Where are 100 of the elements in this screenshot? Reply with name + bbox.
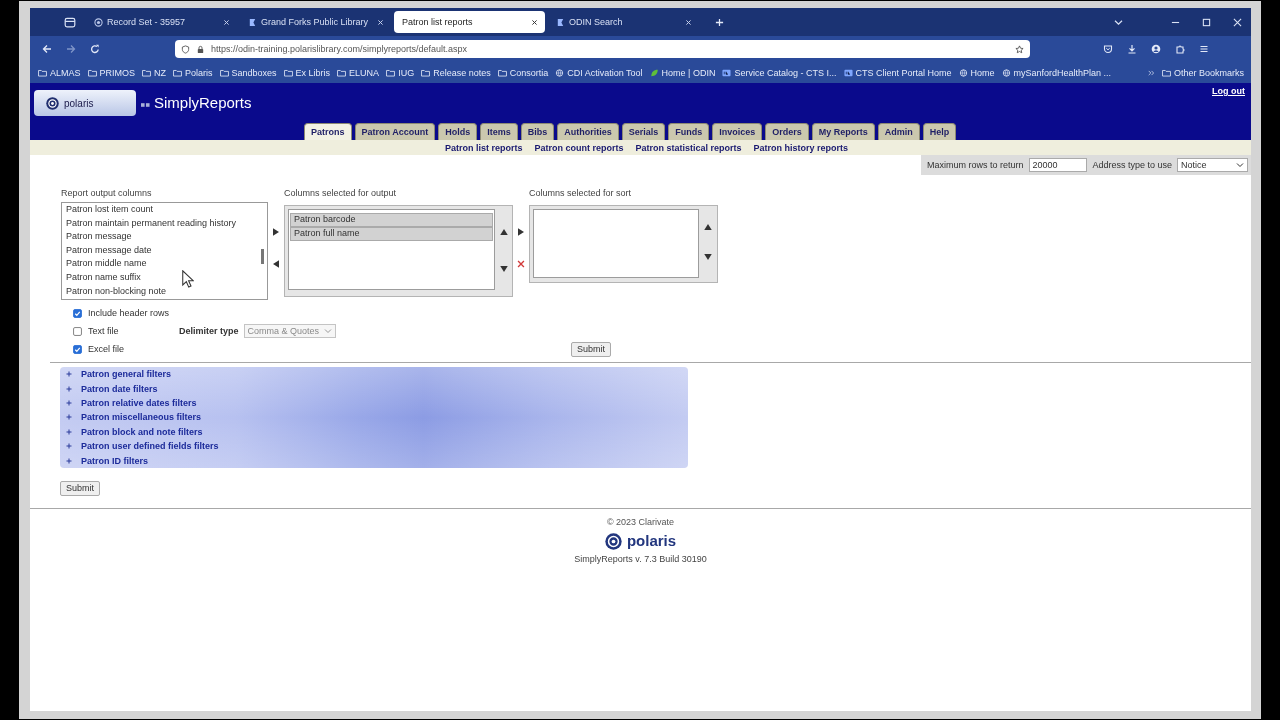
nav-tab[interactable]: Holds (438, 123, 478, 140)
x-mark-icon[interactable] (517, 260, 525, 268)
list-option[interactable]: Patron message (66, 230, 263, 244)
list-option[interactable]: Patron barcode (290, 213, 493, 227)
shield-check-icon[interactable] (1103, 44, 1113, 54)
list-option[interactable]: Patron name suffix (66, 270, 263, 285)
subnav-link[interactable]: Patron statistical reports (635, 142, 742, 153)
nav-tab[interactable]: Admin (877, 123, 920, 140)
nav-tab[interactable]: Patron Account (354, 123, 436, 140)
bookmark[interactable]: Polaris (173, 67, 213, 78)
download-icon[interactable] (1127, 44, 1137, 54)
tab-list-icon[interactable] (64, 16, 76, 28)
bookmark[interactable]: PRIMOS (87, 67, 136, 78)
column-list-label: Report output columns (61, 188, 153, 199)
nav-tab[interactable]: Patrons (304, 123, 352, 140)
checkbox[interactable] (73, 344, 82, 354)
address-bar[interactable]: https://odin-training.polarislibrary.com/simplyreports/default.aspx (175, 40, 1030, 58)
browser-tab[interactable]: Grand Forks Public Library (240, 11, 391, 33)
list-option[interactable]: Patron middle name (66, 257, 263, 271)
nav-tab[interactable]: Funds (668, 123, 710, 140)
list-option[interactable]: Patron lost item count (66, 203, 263, 217)
triangle-right-icon[interactable] (273, 228, 279, 236)
flag-favicon-icon (248, 17, 257, 27)
triangle-up-icon[interactable] (704, 224, 712, 230)
triangle-down-icon[interactable] (499, 266, 508, 272)
bookmark[interactable]: CTS Client Portal Home (843, 67, 952, 78)
max-rows-field[interactable]: 20000 (1028, 158, 1087, 172)
triangle-down-icon[interactable] (704, 254, 712, 260)
maximize-icon[interactable] (1202, 17, 1211, 27)
max-rows-label: Maximum rows to return (927, 160, 1024, 170)
double-chevron-icon[interactable] (1147, 69, 1155, 76)
filter-section-link[interactable]: Patron general filters (81, 369, 172, 380)
chevron-down-icon[interactable] (1114, 18, 1123, 26)
nav-tab[interactable]: Authorities (557, 123, 619, 140)
nav-tab[interactable]: Items (480, 123, 518, 140)
folder-icon (283, 68, 293, 77)
checkbox[interactable] (73, 308, 82, 318)
filter-section-link[interactable]: Patron date filters (81, 383, 158, 394)
output-columns-list[interactable]: Patron barcode Patron full name (288, 209, 495, 290)
filter-section-link[interactable]: Patron block and note filters (81, 426, 203, 437)
app-title: SimplyReports (154, 94, 252, 112)
filter-section-link[interactable]: Patron user defined fields filters (81, 441, 219, 452)
folder-icon (87, 68, 97, 77)
bookmark[interactable]: IUG (386, 67, 415, 78)
logo-text: polaris (626, 532, 677, 550)
lock-icon[interactable] (196, 44, 205, 54)
bookmark[interactable]: CDI Activation Tool (555, 67, 643, 78)
bookmark[interactable]: Home | ODIN (649, 67, 716, 78)
subnav-link[interactable]: Patron history reports (753, 142, 849, 153)
nav-tab[interactable]: Invoices (712, 123, 763, 140)
list-option[interactable]: Patron non-blocking note (66, 284, 263, 299)
browser-tab[interactable]: Patron list reports (394, 11, 545, 33)
bookmark[interactable]: NZ (142, 67, 167, 78)
triangle-right-icon[interactable] (518, 228, 524, 236)
close-icon[interactable] (531, 18, 538, 26)
browser-tab[interactable]: ODIN Search (548, 11, 699, 33)
filter-section-link[interactable]: Patron ID filters (81, 455, 148, 466)
bookmark[interactable]: ALMAS (38, 67, 81, 78)
logo-icon (46, 96, 59, 110)
back-arrow-icon[interactable] (42, 44, 52, 54)
list-option[interactable]: Patron message date (66, 243, 263, 258)
list-option[interactable]: Patron full name (290, 227, 493, 241)
bookmark[interactable]: Other Bookmarks (1161, 67, 1244, 78)
bookmark[interactable]: Service Catalog - CTS I... (722, 67, 837, 78)
bookmark[interactable]: mySanfordHealthPlan ... (1001, 67, 1112, 78)
account-icon[interactable] (1151, 44, 1161, 54)
subnav-link[interactable]: Patron list reports (444, 142, 523, 153)
nav-tab[interactable]: Orders (765, 123, 809, 140)
reload-icon[interactable] (90, 44, 100, 54)
triangle-left-icon[interactable] (273, 260, 279, 268)
shield-icon[interactable] (181, 44, 190, 54)
list-option[interactable]: Patron maintain permanent reading history (66, 216, 263, 231)
available-columns-list[interactable]: Patron lost item count Patron maintain permanent reading history Patron message Patron message date Patron middle name Patron name suffix Patron non-blocking note (61, 202, 268, 300)
star-icon[interactable] (1015, 44, 1024, 54)
filter-section-link[interactable]: Patron miscellaneous filters (81, 412, 202, 423)
menu-icon[interactable] (1199, 44, 1209, 54)
checkbox[interactable] (73, 326, 82, 336)
submit-button[interactable]: Submit (60, 481, 100, 496)
bookmark[interactable]: Ex Libris (283, 67, 331, 78)
subnav-link[interactable]: Patron count reports (534, 142, 624, 153)
forward-arrow-icon[interactable] (66, 44, 76, 54)
bookmark[interactable]: Sandboxes (219, 67, 277, 78)
triangle-up-icon[interactable] (499, 229, 508, 235)
tile-icon (722, 68, 732, 77)
address-type-select[interactable]: Notice (1177, 158, 1248, 172)
nav-tab[interactable]: Help (922, 123, 957, 140)
puzzle-icon[interactable] (1175, 44, 1185, 54)
filter-section-link[interactable]: Patron relative dates filters (81, 398, 197, 409)
scrollbar-thumb[interactable] (261, 249, 264, 264)
nav-tab[interactable]: Bibs (520, 123, 555, 140)
bookmark[interactable]: Home (958, 67, 995, 78)
submit-button[interactable]: Submit (571, 341, 611, 357)
browser-tab[interactable]: Record Set - 35957 (86, 11, 237, 33)
bookmark[interactable]: Consortia (497, 67, 549, 78)
nav-tab[interactable]: My Reports (811, 123, 875, 140)
bookmark[interactable]: ELUNA (337, 67, 380, 78)
bookmark[interactable]: Release notes (421, 67, 491, 78)
nav-tab[interactable]: Serials (621, 123, 666, 140)
sort-columns-list[interactable] (533, 209, 699, 278)
logout-link[interactable]: Log out (1212, 86, 1245, 97)
